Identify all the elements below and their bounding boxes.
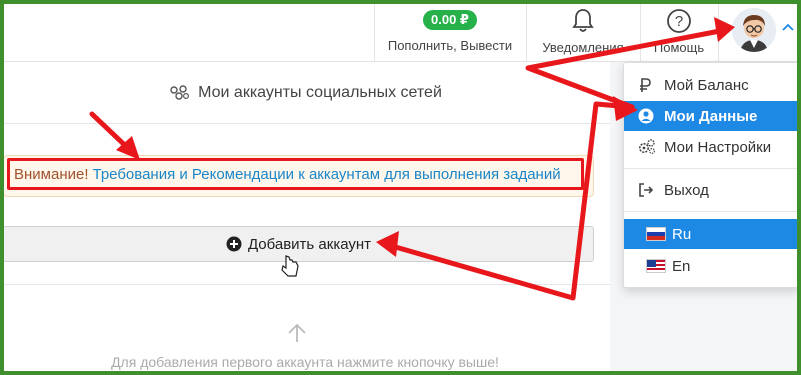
divider bbox=[624, 211, 800, 212]
bell-icon bbox=[572, 8, 594, 32]
gears-icon bbox=[638, 139, 664, 155]
section-title-text: Мои аккаунты социальных сетей bbox=[198, 83, 442, 101]
deposit-withdraw-label: Пополнить, Вывести bbox=[387, 37, 513, 53]
avatar[interactable] bbox=[732, 8, 776, 52]
help-button[interactable]: ? Помощь bbox=[640, 0, 718, 62]
user-menu-dropdown: Мой Баланс Мои Данные Мои Настройки Выхо… bbox=[623, 62, 800, 288]
divider bbox=[0, 284, 610, 285]
svg-text:?: ? bbox=[675, 13, 683, 30]
divider bbox=[718, 0, 719, 62]
balance-badge: 0.00 ₽ bbox=[423, 9, 477, 30]
notifications-label: Уведомления bbox=[542, 39, 624, 55]
section-title: Мои аккаунты социальных сетей bbox=[0, 62, 610, 124]
add-account-button[interactable]: Добавить аккаунт bbox=[3, 226, 594, 262]
users-group-icon bbox=[170, 84, 190, 100]
requirements-link[interactable]: Требования и Рекомендации к аккаунтам дл… bbox=[93, 166, 561, 183]
language-en[interactable]: En bbox=[624, 251, 800, 281]
menu-item-balance[interactable]: Мой Баланс bbox=[624, 70, 800, 100]
notice-message: Внимание! Требования и Рекомендации к ак… bbox=[7, 158, 584, 190]
divider bbox=[624, 168, 800, 169]
notice-warning: Внимание! bbox=[14, 165, 89, 183]
top-bar: 0.00 ₽ Пополнить, Вывести Уведомления ? … bbox=[0, 0, 801, 62]
menu-item-settings[interactable]: Мои Настройки bbox=[624, 132, 800, 162]
notifications-button[interactable]: Уведомления bbox=[526, 0, 640, 62]
menu-item-label: Мой Баланс bbox=[664, 76, 749, 94]
empty-hint: Для добавления первого аккаунта нажмите … bbox=[111, 354, 499, 370]
arrow-up-icon bbox=[288, 323, 306, 342]
language-label: En bbox=[672, 257, 691, 275]
menu-item-logout[interactable]: Выход bbox=[624, 175, 800, 205]
chevron-up-icon[interactable] bbox=[782, 22, 794, 32]
menu-item-label: Мои Настройки bbox=[664, 138, 772, 156]
sign-out-icon bbox=[638, 182, 664, 198]
menu-item-label: Мои Данные bbox=[664, 107, 758, 125]
add-account-label: Добавить аккаунт bbox=[247, 235, 372, 253]
usa-flag-icon bbox=[646, 259, 666, 273]
russia-flag-icon bbox=[646, 227, 666, 241]
ruble-icon bbox=[638, 77, 664, 93]
help-icon: ? bbox=[667, 8, 691, 33]
plus-circle-icon bbox=[226, 236, 242, 252]
menu-item-my-data[interactable]: Мои Данные bbox=[624, 101, 800, 131]
menu-item-label: Выход bbox=[664, 181, 709, 199]
deposit-withdraw-button[interactable]: 0.00 ₽ Пополнить, Вывести bbox=[374, 0, 526, 62]
help-label: Помощь bbox=[653, 39, 705, 55]
language-ru[interactable]: Ru bbox=[624, 219, 800, 249]
user-avatar-icon bbox=[732, 8, 776, 52]
language-label: Ru bbox=[672, 225, 692, 243]
user-circle-icon bbox=[638, 108, 664, 124]
